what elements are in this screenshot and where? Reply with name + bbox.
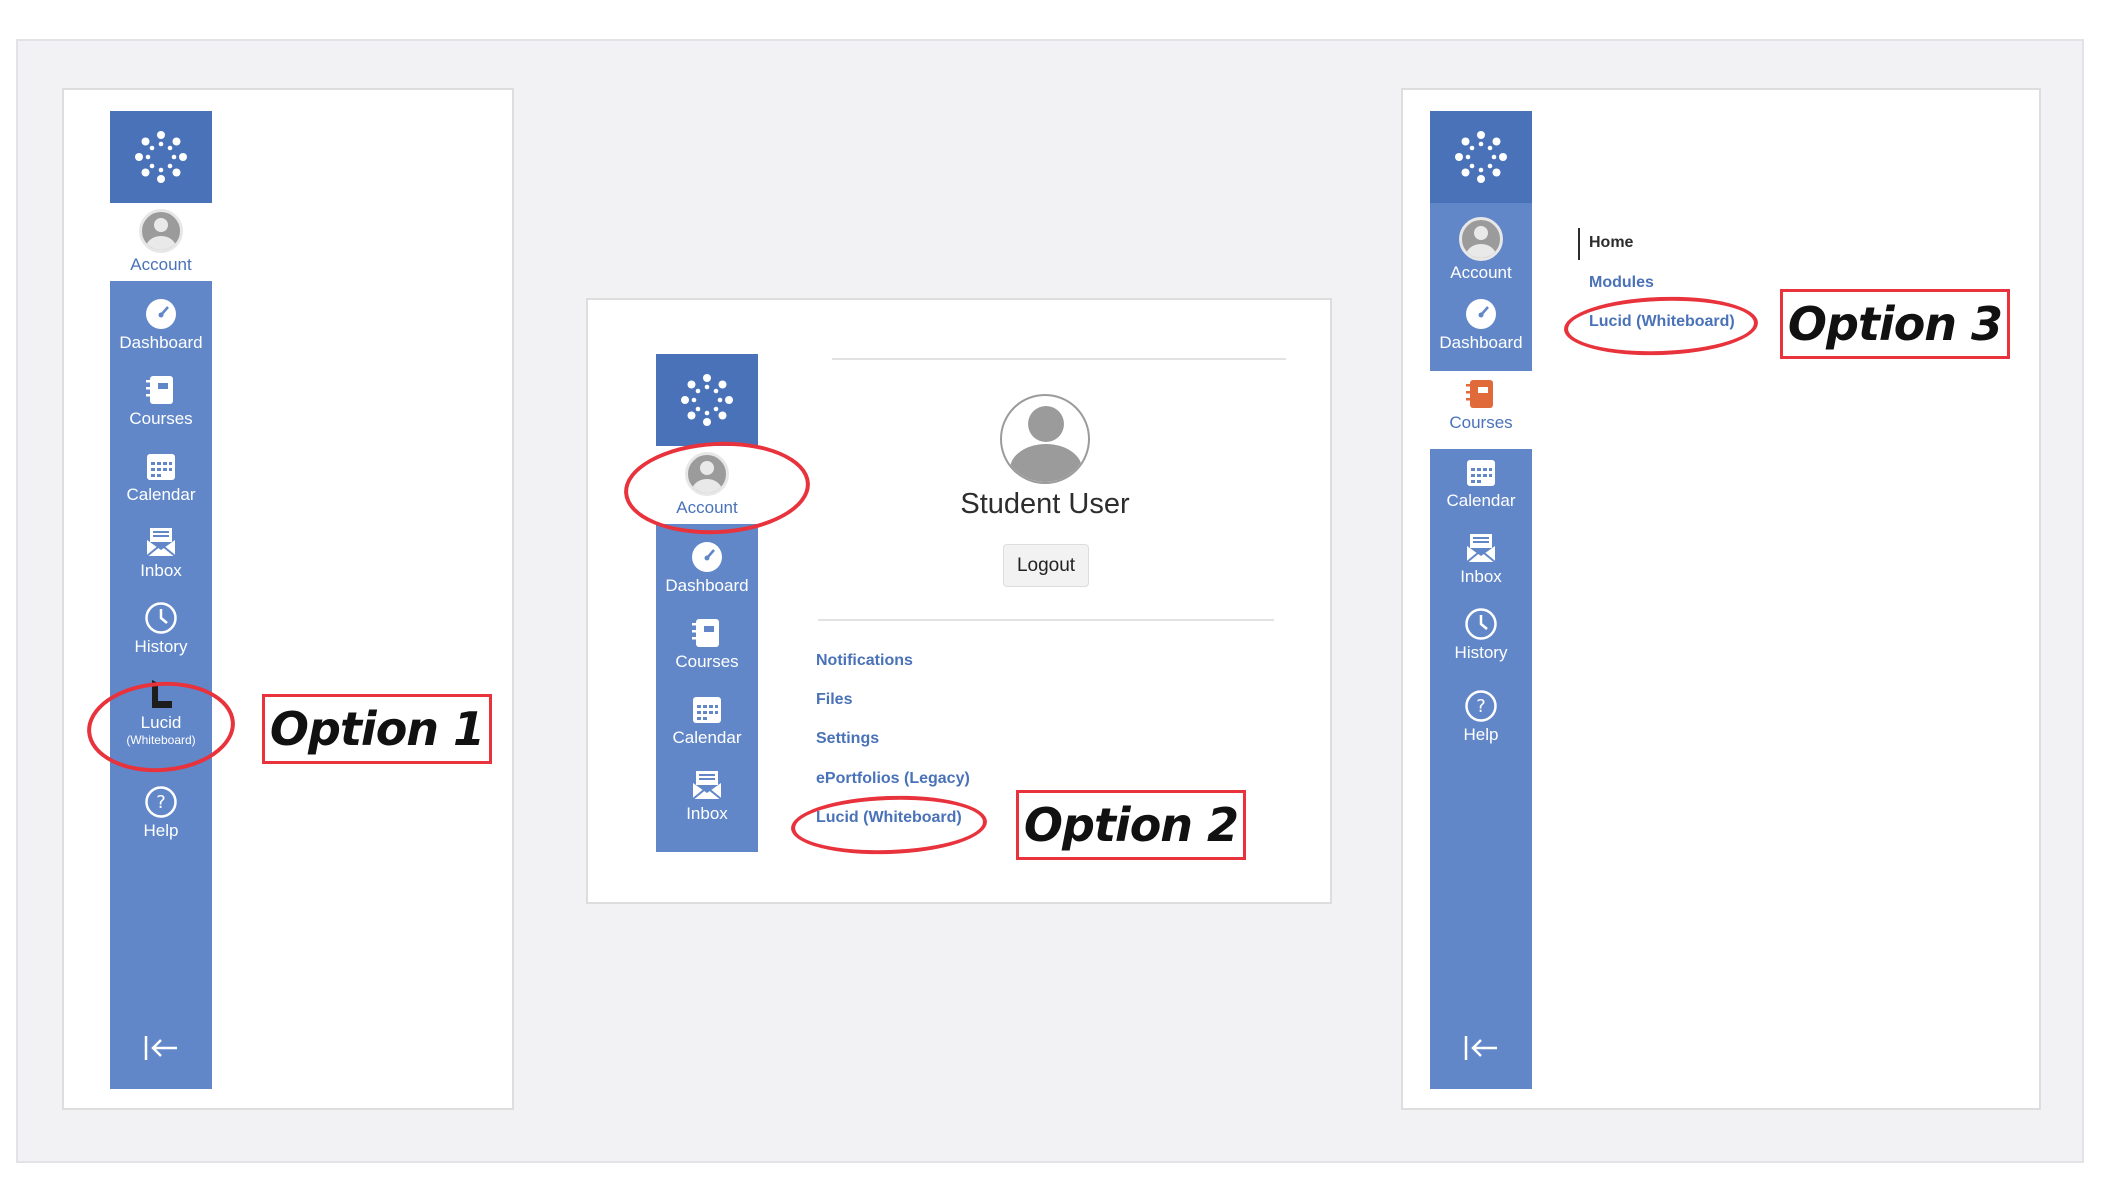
collapse-icon xyxy=(144,1036,177,1060)
tray-divider-top xyxy=(832,358,1286,360)
nav-courses[interactable]: Courses xyxy=(1430,371,1532,449)
nav-history-label: History xyxy=(134,637,188,656)
nav-help-label: Help xyxy=(1463,725,1499,744)
courses-icon xyxy=(146,376,173,404)
nav-dashboard[interactable]: Dashboard xyxy=(1430,291,1532,367)
tray-link-settings[interactable]: Settings xyxy=(816,730,879,748)
tray-link-notifications[interactable]: Notifications xyxy=(816,652,913,670)
svg-text:?: ? xyxy=(156,792,166,813)
dashboard-icon xyxy=(692,542,722,572)
course-nav-home[interactable]: Home xyxy=(1589,234,1633,252)
nav-account[interactable]: Account xyxy=(110,203,212,281)
avatar-icon xyxy=(1459,217,1503,261)
canvas-logo-icon xyxy=(135,131,187,183)
nav-account-label: Account xyxy=(130,255,192,274)
nav-inbox[interactable]: Inbox xyxy=(656,762,758,838)
nav-inbox-label: Inbox xyxy=(140,561,182,580)
nav-help-label: Help xyxy=(143,821,179,840)
global-nav-1: Account Dashboard Courses Calendar Inbox… xyxy=(110,111,212,1089)
nav-calendar-label: Calendar xyxy=(672,728,742,747)
canvas-logo-icon xyxy=(681,374,733,426)
logout-button[interactable]: Logout xyxy=(1003,544,1089,587)
nav-calendar[interactable]: Calendar xyxy=(1430,449,1532,525)
calendar-icon xyxy=(1467,460,1495,486)
nav-account[interactable]: Account xyxy=(1430,211,1532,287)
nav-inbox-label: Inbox xyxy=(686,804,728,823)
option-3-label: Option 3 xyxy=(1780,289,2010,359)
inbox-icon xyxy=(1466,534,1496,563)
nav-dashboard[interactable]: Dashboard xyxy=(110,291,212,367)
calendar-icon xyxy=(693,697,721,723)
canvas-logo[interactable] xyxy=(656,354,758,446)
course-nav-modules[interactable]: Modules xyxy=(1589,274,1654,292)
nav-inbox[interactable]: Inbox xyxy=(1430,525,1532,601)
nav-inbox-label: Inbox xyxy=(1460,567,1502,586)
nav-courses-label: Courses xyxy=(1449,413,1513,432)
help-icon: ? xyxy=(1465,690,1497,722)
nav-help[interactable]: ? Help xyxy=(1430,683,1532,759)
canvas-logo[interactable] xyxy=(110,111,212,203)
nav-dashboard-label: Dashboard xyxy=(665,576,749,595)
inbox-icon xyxy=(146,528,176,557)
nav-courses[interactable]: Courses xyxy=(656,610,758,686)
calendar-icon xyxy=(147,454,175,480)
nav-dashboard[interactable]: Dashboard xyxy=(656,534,758,610)
nav-inbox[interactable]: Inbox xyxy=(110,519,212,595)
nav-calendar-label: Calendar xyxy=(1446,491,1516,510)
global-nav-3: Account Dashboard Courses Calendar Inbox… xyxy=(1430,111,1532,1089)
nav-history[interactable]: History xyxy=(1430,601,1532,677)
nav-account-label: Account xyxy=(1450,263,1512,282)
tray-divider-bottom xyxy=(818,619,1274,621)
collapse-icon xyxy=(1464,1036,1497,1060)
profile-avatar-icon xyxy=(1000,394,1090,484)
avatar-icon xyxy=(139,209,183,253)
tray-link-eportfolios[interactable]: ePortfolios (Legacy) xyxy=(816,770,970,788)
profile-user-name: Student User xyxy=(960,488,1130,520)
svg-text:?: ? xyxy=(1476,696,1486,717)
tray-link-files[interactable]: Files xyxy=(816,691,852,709)
nav-help[interactable]: ? Help xyxy=(110,779,212,855)
nav-courses-label: Courses xyxy=(675,652,739,671)
dashboard-icon xyxy=(1466,299,1496,329)
canvas-logo[interactable] xyxy=(1430,111,1532,203)
dashboard-icon xyxy=(146,299,176,329)
canvas-logo-icon xyxy=(1455,131,1507,183)
nav-courses-label: Courses xyxy=(129,409,193,428)
nav-dashboard-label: Dashboard xyxy=(1439,333,1523,352)
courses-icon xyxy=(1466,380,1493,408)
inbox-icon xyxy=(692,771,722,800)
nav-courses[interactable]: Courses xyxy=(110,367,212,443)
option-1-label: Option 1 xyxy=(262,694,492,764)
nav-calendar-label: Calendar xyxy=(126,485,196,504)
course-nav-active-bar xyxy=(1578,228,1580,260)
nav-collapse-button[interactable] xyxy=(110,1023,212,1073)
nav-dashboard-label: Dashboard xyxy=(119,333,203,352)
nav-calendar[interactable]: Calendar xyxy=(656,686,758,762)
nav-collapse-button[interactable] xyxy=(1430,1023,1532,1073)
nav-history[interactable]: History xyxy=(110,595,212,671)
nav-history-label: History xyxy=(1454,643,1508,662)
courses-icon xyxy=(692,619,719,647)
nav-calendar[interactable]: Calendar xyxy=(110,443,212,519)
history-icon xyxy=(145,602,177,634)
option-2-label: Option 2 xyxy=(1016,790,1246,860)
global-nav-2: Account Dashboard Courses Calendar Inbox xyxy=(656,354,758,852)
history-icon xyxy=(1465,608,1497,640)
help-icon: ? xyxy=(145,786,177,818)
